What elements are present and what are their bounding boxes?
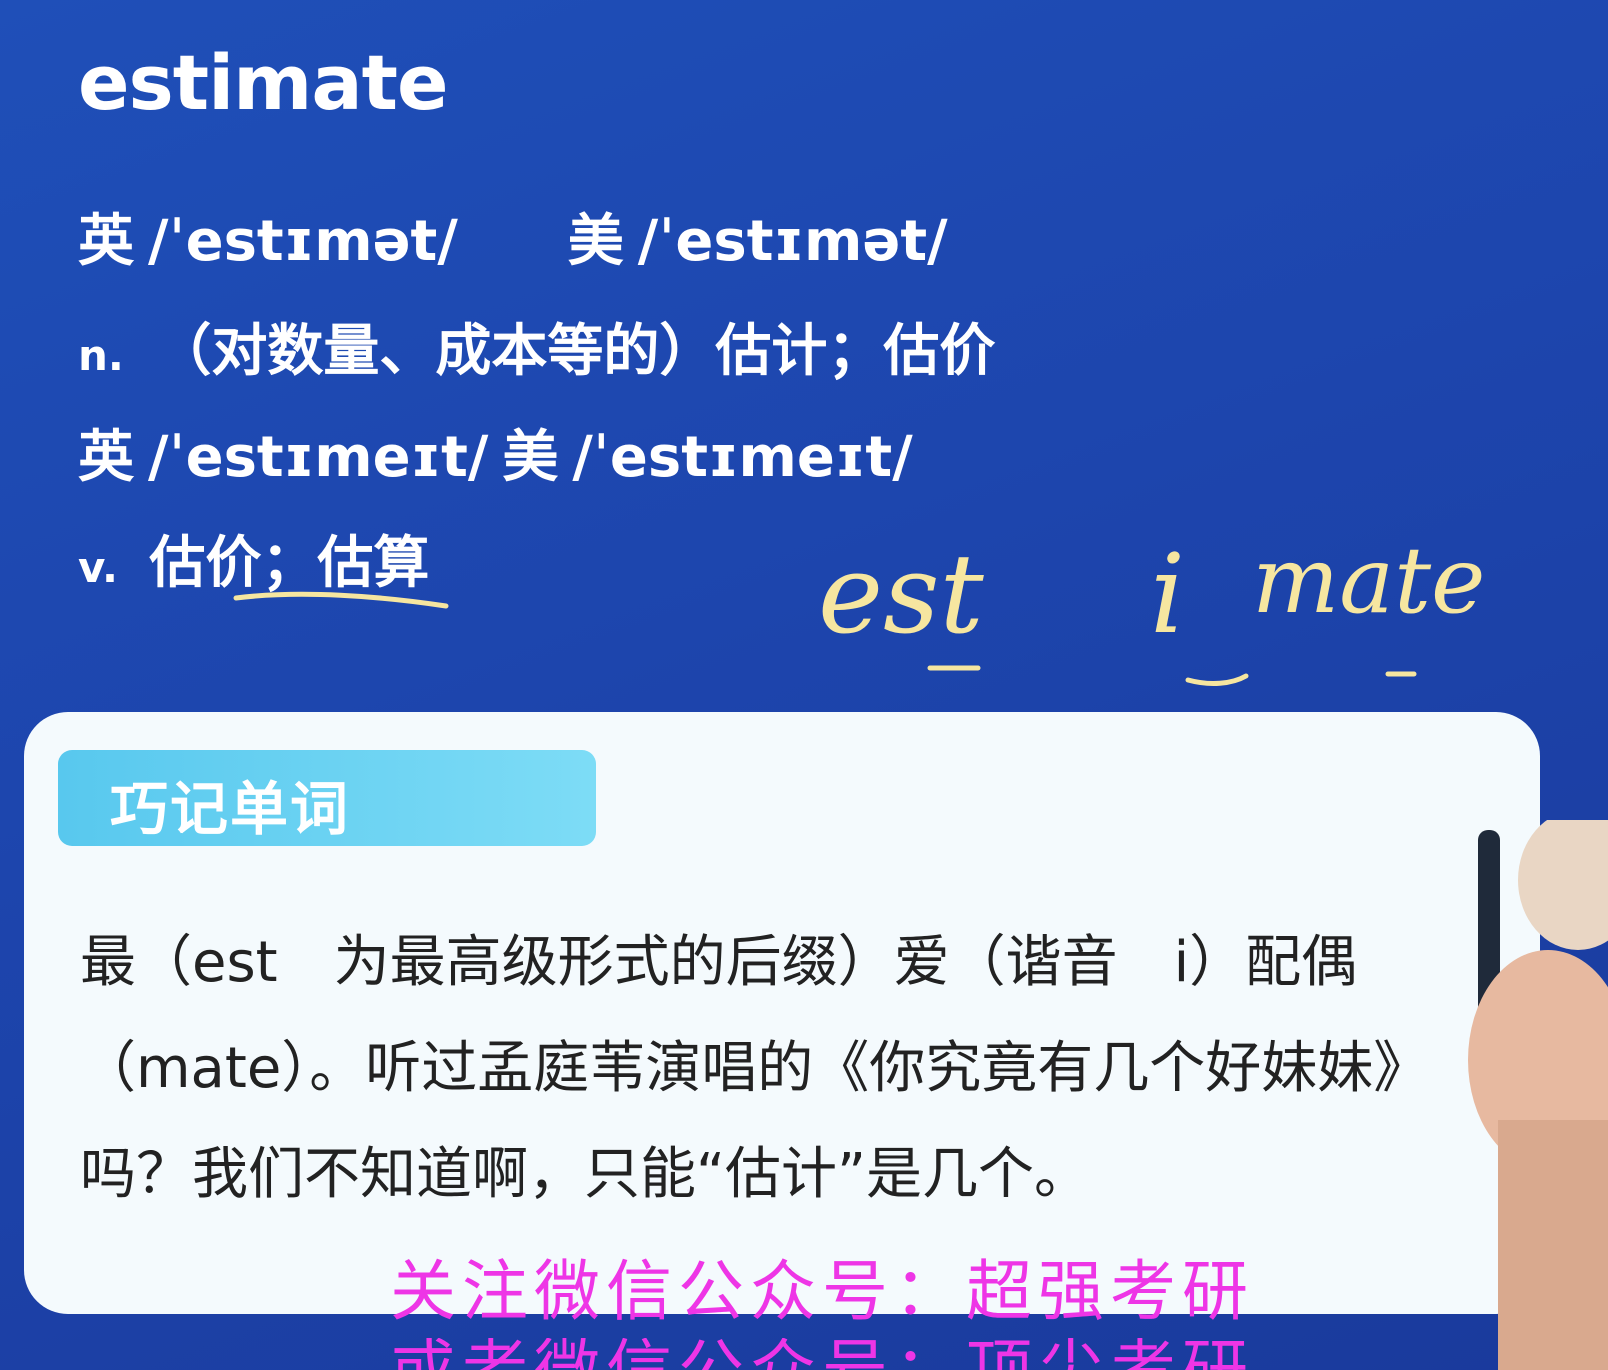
pos-noun: n. [78, 331, 124, 380]
memory-badge-label: 巧记单词 [110, 775, 351, 843]
us-ipa: /ˈestɪmət/ [637, 209, 948, 274]
pronunciation-row-noun: 英 /ˈestɪmət/ 美 /ˈestɪmət/ [78, 196, 948, 277]
us-label: 美 [567, 209, 624, 274]
us-label: 美 [502, 425, 559, 490]
handwriting-mate: mate [1252, 527, 1486, 634]
word-title: estimate [78, 38, 449, 127]
definition-noun-text: （对数量、成本等的）估计；估价 [155, 319, 996, 384]
us-ipa: /ˈestɪmeɪt/ [572, 425, 913, 490]
handwriting-i: i [1150, 530, 1185, 658]
watermark-line-1: 关注微信公众号：超强考研 [390, 1253, 1254, 1330]
uk-ipa: /ˈestɪmeɪt/ [148, 425, 489, 490]
handwritten-underline-i [1185, 673, 1249, 686]
uk-label: 英 [78, 425, 134, 490]
memory-card: 巧记单词 最（est 为最高级形式的后缀）爱（谐音 i）配偶（mate）。听过孟… [24, 712, 1540, 1314]
memory-badge: 巧记单词 [58, 750, 596, 846]
watermark-line-2: 或者微信公众号：顶尖考研 [390, 1338, 1254, 1370]
uk-label: 英 [78, 209, 134, 274]
pos-verb: v. [78, 543, 118, 592]
definition-verb-text: 估价；估算 [149, 531, 430, 596]
memory-tip-text: 最（est 为最高级形式的后缀）爱（谐音 i）配偶（mate）。听过孟庭苇演唱的… [80, 930, 1430, 1207]
uk-ipa: /ˈestɪmət/ [148, 209, 458, 274]
pronunciation-row-verb: 英 /ˈestɪmeɪt/ 美 /ˈestɪmeɪt/ [78, 412, 913, 493]
handwriting-est: est [818, 530, 985, 658]
presenter-hand-image [1468, 820, 1608, 1370]
definition-verb: v. 估价；估算 [78, 518, 429, 599]
definition-noun: n. （对数量、成本等的）估计；估价 [78, 306, 995, 387]
